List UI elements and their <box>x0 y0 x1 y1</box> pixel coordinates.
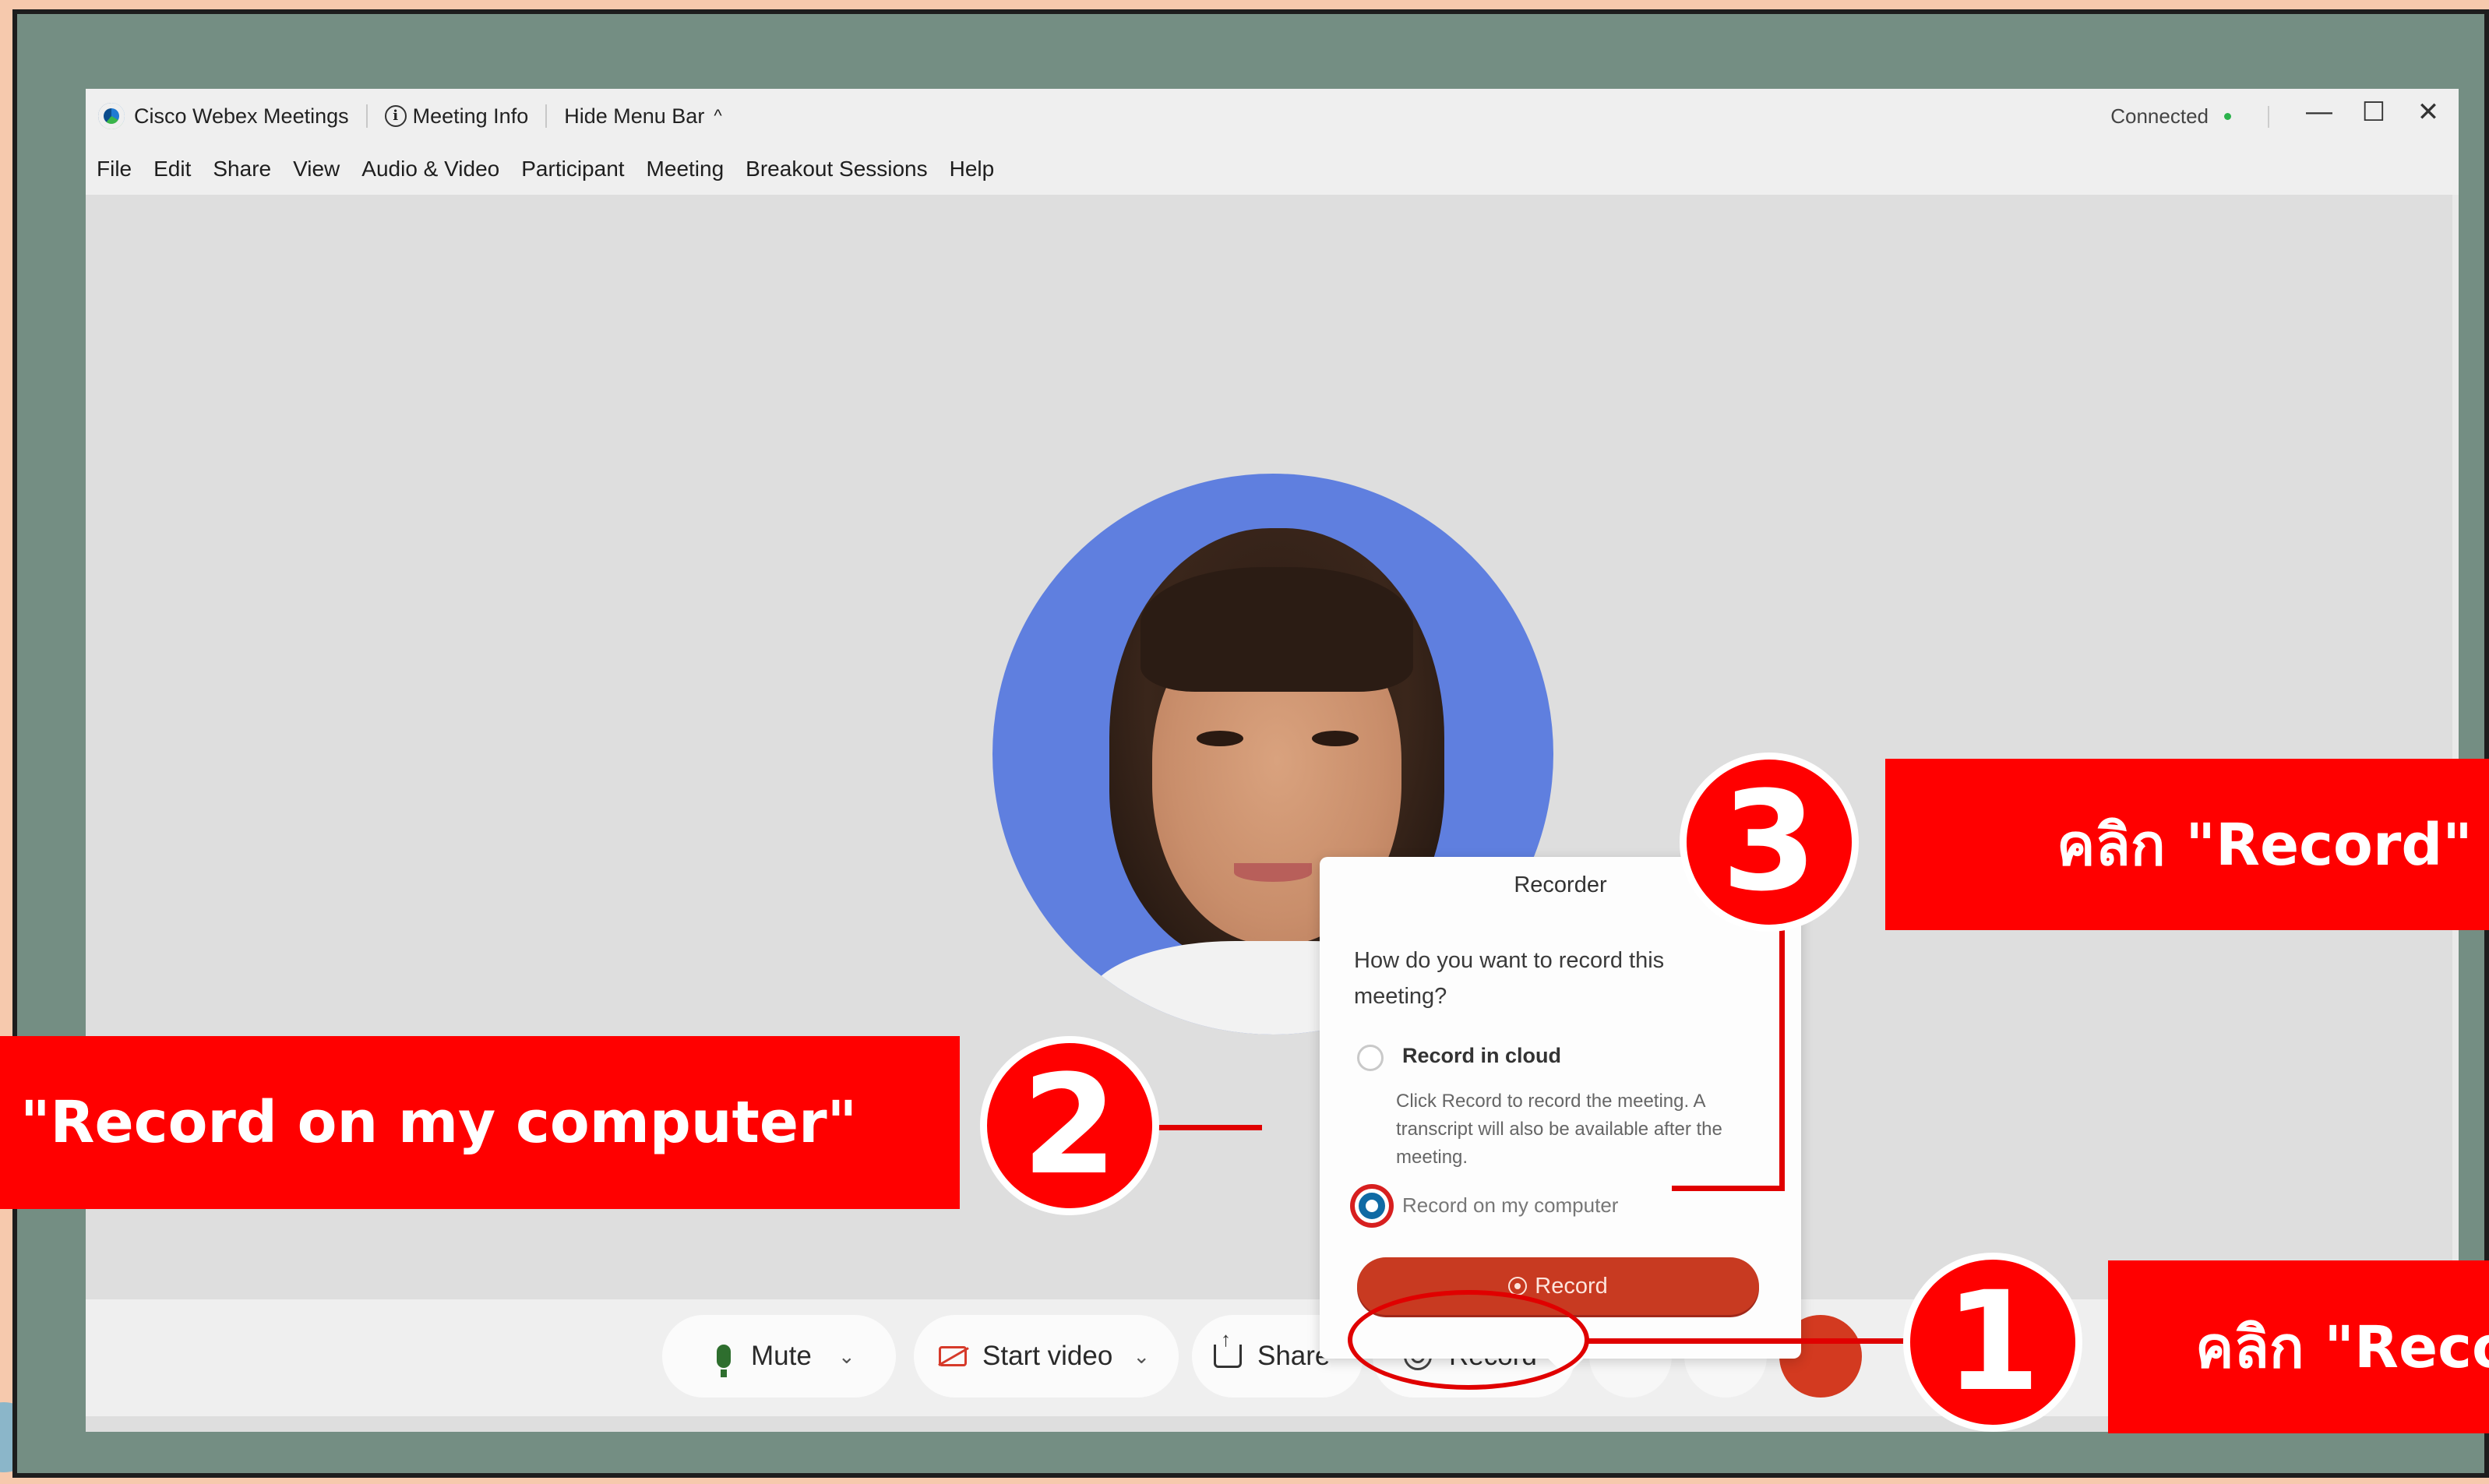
record-button-highlight <box>1348 1290 1589 1390</box>
connector-line-3a <box>1672 1186 1784 1191</box>
webex-logo-icon <box>98 103 125 129</box>
chevron-down-icon[interactable]: ⌄ <box>1133 1345 1150 1369</box>
mute-button[interactable]: Mute ⌄ <box>662 1315 896 1398</box>
divider <box>545 104 548 128</box>
record-in-cloud-description: Click Record to record the meeting. A tr… <box>1396 1091 1722 1168</box>
menu-breakout-sessions[interactable]: Breakout Sessions <box>746 157 927 182</box>
connector-line-2 <box>1145 1125 1262 1130</box>
recorder-popup: Recorder × How do you want to record thi… <box>1320 857 1801 1359</box>
app-title-group: Cisco Webex Meetings <box>86 103 349 129</box>
chevron-down-icon[interactable]: ⌄ <box>838 1345 855 1369</box>
recorder-question: How do you want to record this meeting? <box>1354 948 1665 1009</box>
menu-meeting[interactable]: Meeting <box>647 157 724 182</box>
menu-edit[interactable]: Edit <box>153 157 191 182</box>
minimize-icon[interactable]: — <box>2303 97 2336 128</box>
video-off-icon <box>939 1346 967 1366</box>
chevron-up-icon: ^ <box>714 106 722 125</box>
screenshot-frame: Cisco Webex Meetings i Meeting Info Hide… <box>12 9 2489 1478</box>
hide-menu-bar-label: Hide Menu Bar <box>564 104 705 128</box>
status-dot-icon <box>2224 113 2231 120</box>
meeting-info-button[interactable]: i Meeting Info <box>384 104 529 129</box>
record-in-cloud-radio[interactable] <box>1357 1045 1384 1071</box>
divider <box>365 104 368 128</box>
start-video-label: Start video <box>982 1341 1113 1371</box>
hide-menu-bar-button[interactable]: Hide Menu Bar ^ <box>564 104 721 129</box>
meeting-info-label: Meeting Info <box>412 104 529 128</box>
connector-line-3b <box>1779 925 1785 1191</box>
menu-participant[interactable]: Participant <box>521 157 624 182</box>
mic-icon <box>717 1345 731 1377</box>
mute-label: Mute <box>751 1341 812 1371</box>
maximize-icon[interactable]: ☐ <box>2357 97 2390 128</box>
title-bar: Cisco Webex Meetings i Meeting Info Hide… <box>86 89 2459 143</box>
connection-status: Connected <box>2110 104 2231 129</box>
recorder-record-label: Record <box>1535 1273 1608 1299</box>
menu-view[interactable]: View <box>293 157 340 182</box>
start-video-button[interactable]: Start video ⌄ <box>914 1315 1179 1398</box>
step-1-badge: 1 <box>1903 1253 2082 1432</box>
step-3-label: คลิก "Record" <box>1885 759 2489 930</box>
menu-audio-video[interactable]: Audio & Video <box>361 157 499 182</box>
record-on-computer-radio[interactable] <box>1359 1193 1385 1219</box>
share-icon <box>1214 1327 1242 1368</box>
menu-help[interactable]: Help <box>950 157 995 182</box>
menu-share[interactable]: Share <box>213 157 271 182</box>
connector-line-1 <box>1586 1338 1929 1344</box>
step-2-badge: 2 <box>980 1036 1159 1215</box>
info-icon: i <box>384 105 407 127</box>
window-controls: — ☐ ✕ <box>2303 97 2445 128</box>
menu-bar: File Edit Share View Audio & Video Parti… <box>86 143 2459 195</box>
connection-status-label: Connected <box>2110 104 2209 128</box>
close-icon[interactable]: ✕ <box>2412 97 2445 128</box>
step-3-badge: 3 <box>1680 753 1859 932</box>
app-title: Cisco Webex Meetings <box>134 104 349 128</box>
step-2-label: "Record on my computer" <box>0 1036 960 1209</box>
record-on-computer-label[interactable]: Record on my computer <box>1402 1193 1618 1218</box>
divider <box>2268 106 2269 128</box>
record-in-cloud-label[interactable]: Record in cloud <box>1402 1044 1561 1068</box>
menu-file[interactable]: File <box>97 157 132 182</box>
step-1-label: คลิก "Record" <box>2108 1260 2489 1433</box>
